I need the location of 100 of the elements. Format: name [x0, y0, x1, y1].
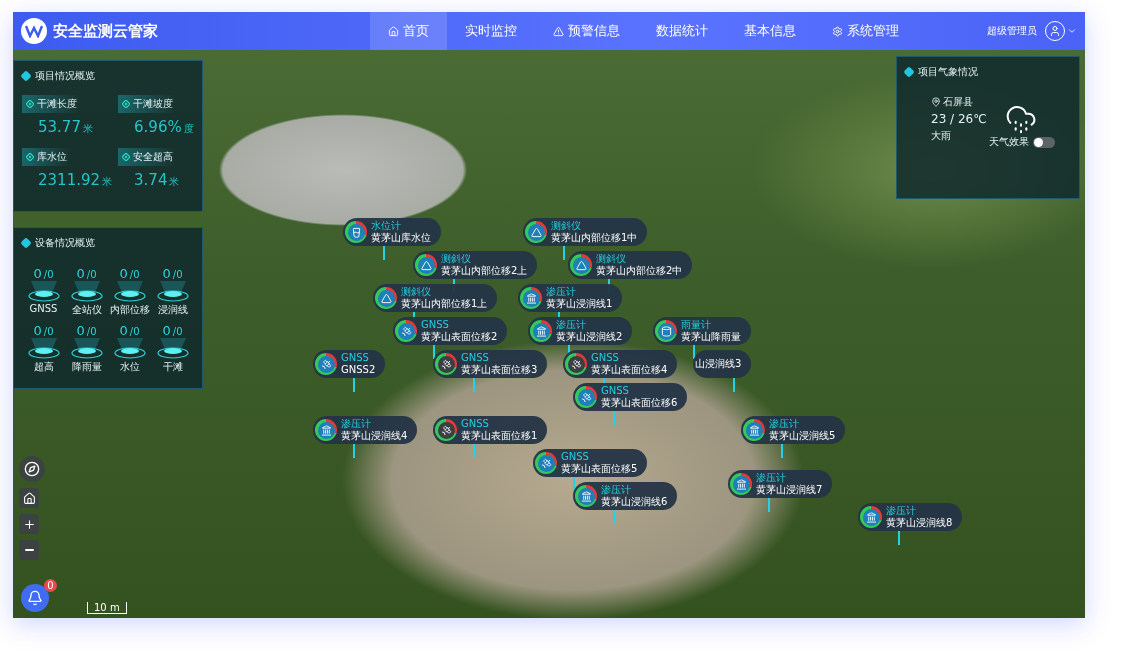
sensor-marker[interactable]: 渗压计 黄茅山浸润线8	[858, 503, 963, 531]
home-button[interactable]	[19, 488, 39, 508]
sensor-marker[interactable]: 测斜仪 黄茅山内部位移2中	[568, 251, 693, 279]
nav-tab[interactable]: 基本信息	[726, 12, 814, 50]
marker-stem	[573, 477, 575, 491]
sensor-name: 黄茅山表面位移6	[601, 397, 678, 409]
marker-stem	[693, 345, 695, 359]
sensor-marker[interactable]: 测斜仪 黄茅山内部位移1上	[373, 284, 498, 312]
sensor-name: GNSS2	[341, 364, 376, 376]
nav-tab[interactable]: 系统管理	[814, 12, 917, 50]
sensor-name: 黄茅山表面位移2	[421, 331, 498, 343]
sensor-marker[interactable]: 渗压计 黄茅山浸润线6	[573, 482, 678, 510]
sensor-type: 渗压计	[341, 418, 372, 430]
sensor-marker[interactable]: GNSS 黄茅山表面位移4	[563, 350, 678, 378]
zoom-out-button[interactable]	[19, 540, 39, 560]
device-total: /0	[172, 269, 183, 280]
stat-value: 2311.92	[38, 171, 101, 189]
sensor-marker[interactable]: GNSS 黄茅山表面位移6	[573, 383, 688, 411]
triangle-icon	[530, 226, 542, 238]
device-label: 浸润线	[157, 303, 188, 317]
nav-tab[interactable]: 数据统计	[638, 12, 726, 50]
device-total: /0	[86, 269, 97, 280]
device-total: /0	[172, 326, 183, 337]
device-count: 0	[119, 266, 128, 281]
device-label: GNSS	[29, 303, 58, 314]
sensor-marker[interactable]: GNSS 黄茅山表面位移5	[533, 449, 648, 477]
sensor-marker[interactable]: GNSS 黄茅山表面位移2	[393, 317, 508, 345]
sensor-marker[interactable]: GNSS 黄茅山表面位移1	[433, 416, 548, 444]
pedestal-icon	[26, 281, 61, 303]
bell-icon	[27, 590, 43, 606]
zoom-in-button[interactable]	[19, 514, 39, 534]
marker-stem	[613, 510, 615, 524]
device-total: /0	[86, 326, 97, 337]
sensor-name: 黄茅山表面位移5	[561, 463, 638, 475]
nav-tab[interactable]: 实时监控	[447, 12, 535, 50]
satellite-icon	[580, 391, 592, 403]
bell-button[interactable]	[21, 584, 49, 612]
triangle-icon	[575, 259, 587, 271]
panel-title: 设备情况概览	[35, 236, 95, 250]
sensor-type: 雨量计	[681, 319, 712, 331]
compass-button[interactable]	[19, 456, 45, 482]
sensor-marker[interactable]: 测斜仪 黄茅山内部位移2上	[413, 251, 538, 279]
logo-icon	[21, 18, 47, 44]
caret-icon[interactable]	[1067, 26, 1077, 36]
sensor-name: 黄茅山浸润线7	[756, 484, 823, 496]
triangle-icon	[380, 292, 392, 304]
sensor-marker[interactable]: 雨量计 黄茅山降雨量	[653, 317, 751, 345]
pedestal-icon	[69, 281, 104, 303]
diamond-icon	[26, 153, 34, 161]
sensor-marker[interactable]: 渗压计 黄茅山浸润线5	[741, 416, 846, 444]
pedestal-icon	[112, 338, 147, 360]
rain-cloud-icon	[1004, 103, 1037, 135]
marker-stem	[353, 378, 355, 392]
sensor-name: 黄茅山浸润线1	[546, 298, 613, 310]
home-icon	[22, 491, 36, 505]
alert-count-badge: 0	[44, 579, 57, 592]
sensor-marker[interactable]: GNSS 黄茅山表面位移3	[433, 350, 548, 378]
device-count: 0	[33, 266, 42, 281]
warning-icon	[553, 25, 564, 37]
sensor-name: 黄茅山浸润线4	[341, 430, 408, 442]
sensor-type: GNSS	[421, 319, 450, 331]
sensor-type: 测斜仪	[401, 286, 432, 298]
satellite-icon	[570, 358, 582, 370]
sensor-marker[interactable]: 测斜仪 黄茅山内部位移1中	[523, 218, 648, 246]
pedestal-icon	[112, 281, 147, 303]
sensor-marker[interactable]: 渗压计 黄茅山浸润线1	[518, 284, 623, 312]
sensor-marker[interactable]: 渗压计 黄茅山浸润线2	[528, 317, 633, 345]
weather-effect-toggle[interactable]	[1033, 136, 1055, 148]
sensor-marker[interactable]: 渗压计 黄茅山浸润线4	[313, 416, 418, 444]
sensor-name: 黄茅山浸润线5	[769, 430, 836, 442]
device-total: /0	[43, 269, 54, 280]
sensor-marker[interactable]: 山浸润线3	[693, 350, 752, 378]
sensor-marker[interactable]: 水位计 黄茅山库水位	[343, 218, 441, 246]
device-count: 0	[76, 323, 85, 338]
stat-value: 3.74	[134, 171, 168, 189]
building-icon	[735, 478, 747, 490]
building-icon	[525, 292, 537, 304]
device-label: 干滩	[162, 360, 183, 374]
nav-tab[interactable]: 预警信息	[535, 12, 638, 50]
sensor-type: GNSS	[461, 418, 490, 430]
sensor-name: 山浸润线3	[695, 358, 742, 370]
device-label: 内部位移	[109, 303, 150, 317]
pedestal-icon	[155, 338, 190, 360]
panel-title: 项目气象情况	[918, 65, 978, 79]
sensor-name: 黄茅山浸润线2	[556, 331, 623, 343]
sensor-name: 黄茅山表面位移1	[461, 430, 538, 442]
building-icon	[535, 325, 547, 337]
app-title: 安全监测云管家	[53, 21, 158, 41]
pedestal-icon	[155, 281, 190, 303]
sensor-name: 黄茅山内部位移1上	[401, 298, 488, 310]
device-label: 全站仪	[71, 303, 102, 317]
sensor-marker[interactable]: 渗压计 黄茅山浸润线7	[728, 470, 833, 498]
toggle-label: 天气效果	[989, 135, 1029, 149]
marker-stem	[473, 444, 475, 458]
marker-stem	[898, 531, 900, 545]
marker-stem	[433, 345, 435, 359]
device-label: 超高	[33, 360, 54, 374]
sensor-marker[interactable]: GNSS GNSS2	[313, 350, 386, 378]
sensor-type: GNSS	[461, 352, 490, 364]
diamond-icon	[122, 100, 131, 108]
